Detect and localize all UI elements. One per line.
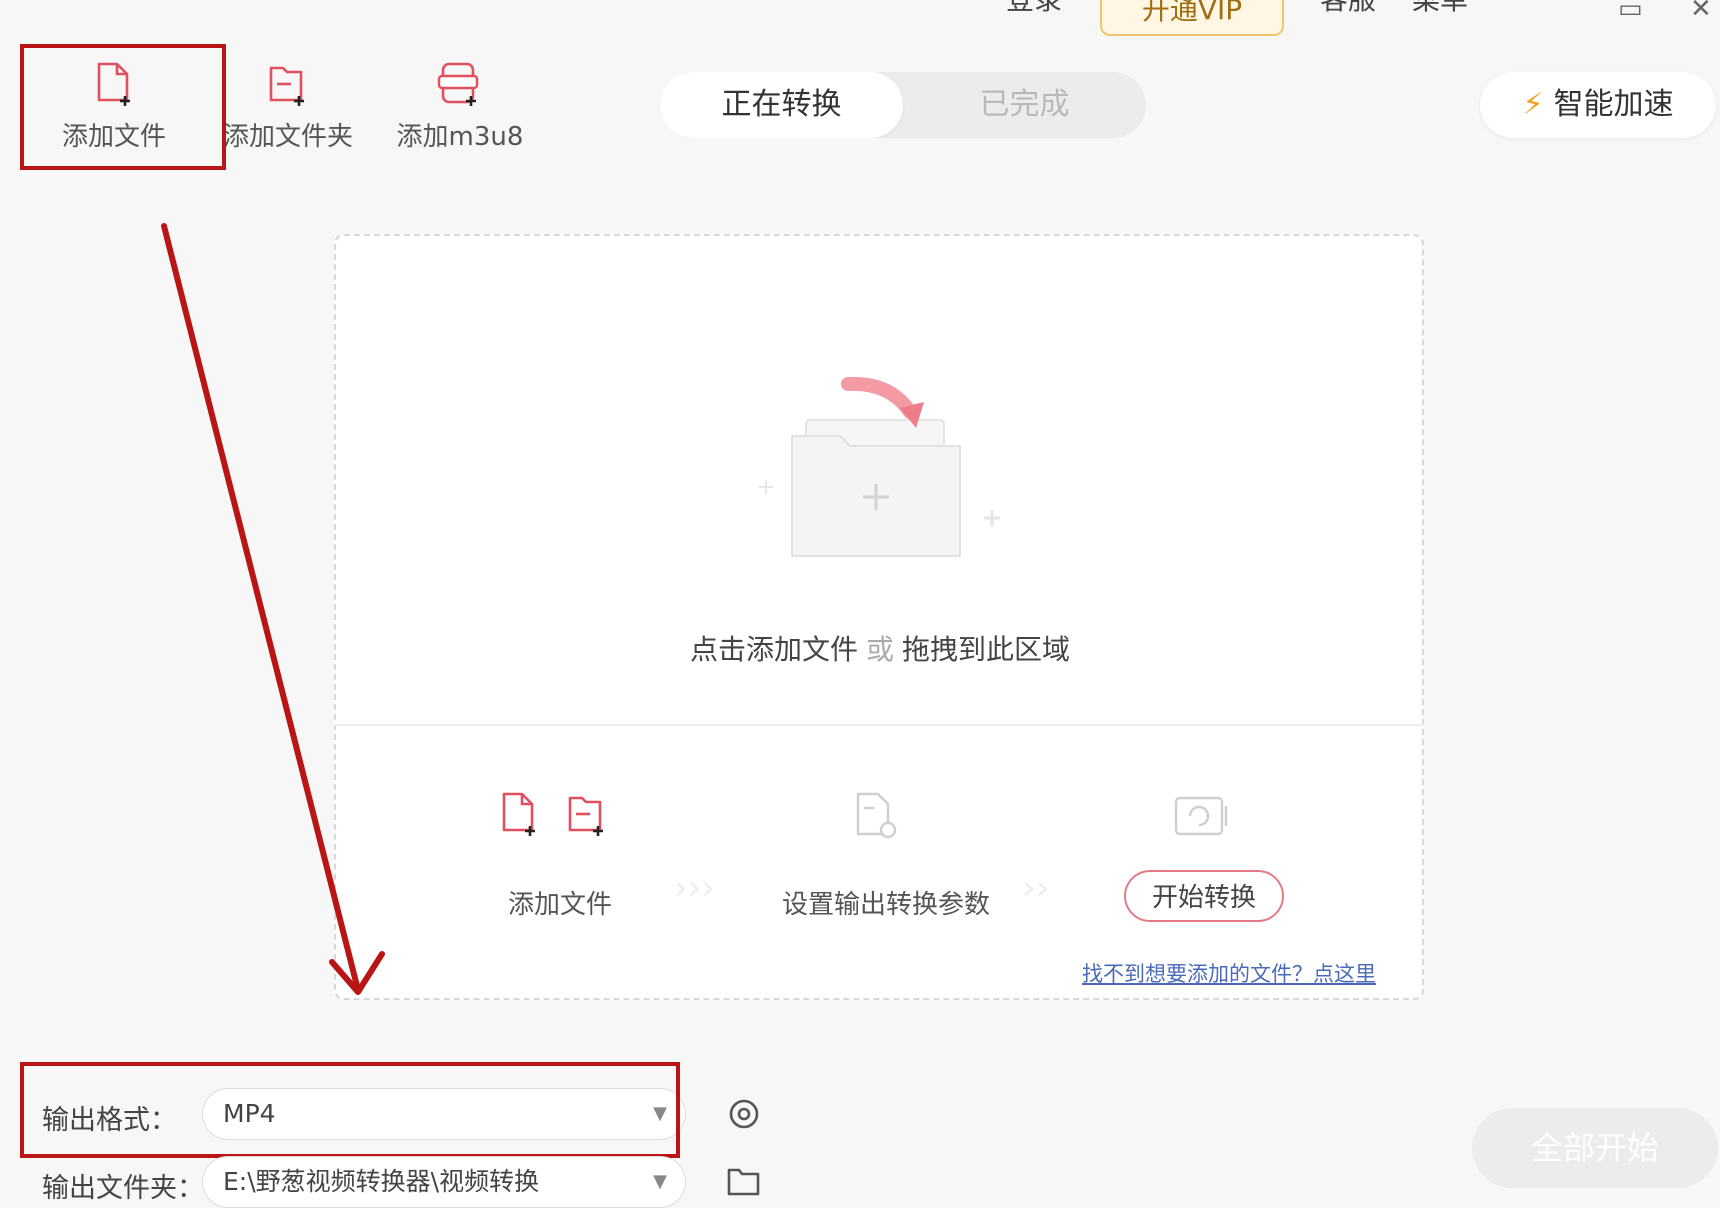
add-folder-icon [269,66,304,106]
smart-speed-label: 智能加速 [1553,87,1674,122]
minimize-icon[interactable]: ▭ [1618,0,1643,24]
drop-prompt[interactable]: 点击添加文件或拖拽到此区域 [500,628,1260,668]
add-m3u8-icon [437,62,479,106]
start-convert-button[interactable]: 开始转换 [1124,870,1284,922]
open-vip-button[interactable]: 开通VIP [1100,0,1284,36]
step-add-icons [502,792,603,836]
open-folder-icon[interactable] [726,1164,762,1198]
login-link[interactable]: 登录 [1006,0,1062,18]
step-arrow-icon: ››› [674,868,715,908]
step-add-file-icon [502,792,535,836]
step-add-file-label: 添加文件 [508,890,613,920]
drop-prompt-click: 点击添加文件 [689,633,858,666]
folder-drop-illustration[interactable] [740,376,1000,576]
lightning-icon: ⚡ [1522,87,1544,122]
add-m3u8-button[interactable]: 添加m3u8 [370,60,550,160]
drop-prompt-or: 或 [865,633,894,666]
close-icon[interactable]: ✕ [1690,0,1712,24]
highlight-output-format-box [20,1062,680,1158]
dropzone-divider [334,724,1424,726]
status-tabs: 正在转换 已完成 [660,72,1146,138]
step-add-folder-icon [568,796,603,836]
smart-speed-button[interactable]: ⚡ 智能加速 [1480,72,1716,138]
format-settings-icon[interactable] [726,1096,762,1132]
drop-prompt-drag: 拖拽到此区域 [902,633,1071,666]
chevron-down-icon: ▼ [653,1171,667,1192]
convert-icon [1174,796,1228,836]
step-settings-label: 设置输出转换参数 [782,890,991,920]
output-folder-label: 输出文件夹： [42,1173,204,1204]
settings-doc-icon [856,792,897,839]
service-link[interactable]: 客服 [1320,0,1376,18]
add-m3u8-label: 添加m3u8 [396,122,524,152]
drop-folder-icon [759,376,1000,557]
cannot-find-file-link[interactable]: 找不到想要添加的文件？点这里 [1082,958,1376,988]
start-all-button[interactable]: 全部开始 [1472,1108,1718,1188]
step-arrow-icon: ›› [1022,868,1050,908]
output-folder-value: E:\野葱视频转换器\视频转换 [223,1167,540,1196]
annotation-arrow [161,223,385,995]
output-folder-select[interactable]: E:\野葱视频转换器\视频转换 ▼ [202,1156,686,1208]
menu-link[interactable]: 菜单 [1412,0,1468,18]
tab-completed[interactable]: 已完成 [903,72,1146,138]
highlight-add-file-box [20,44,226,170]
tab-converting[interactable]: 正在转换 [660,72,903,138]
